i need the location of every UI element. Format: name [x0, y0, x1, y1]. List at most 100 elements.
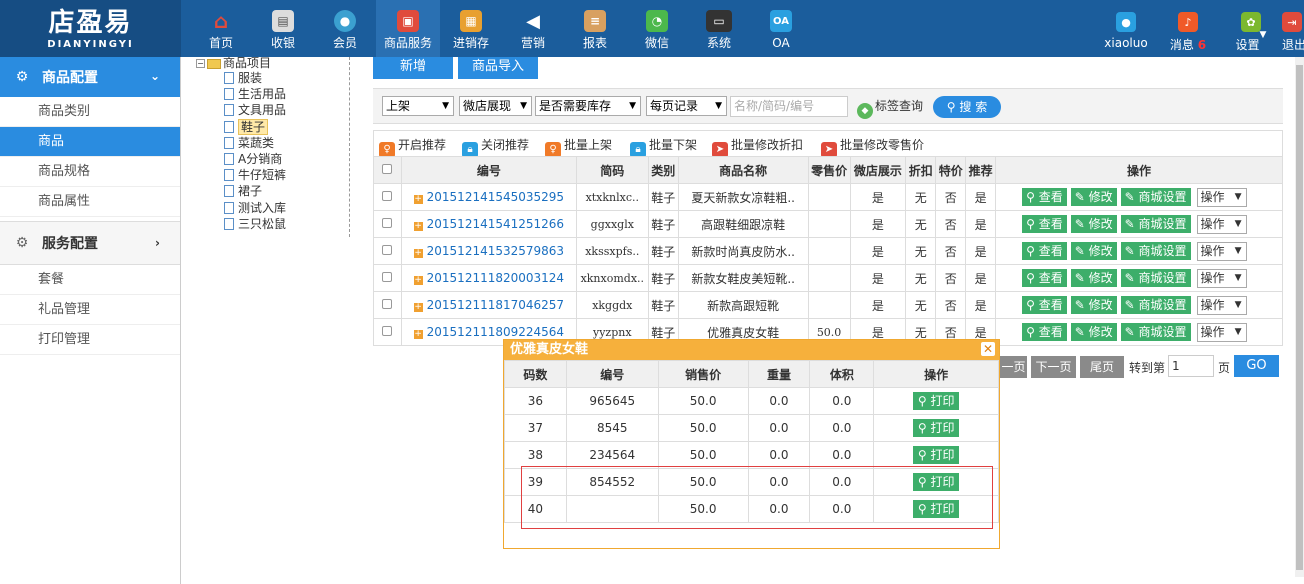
tree-node[interactable]: 测试入库	[224, 200, 286, 216]
view-button[interactable]: ⚲ 查看	[1022, 322, 1067, 341]
goods-code-link[interactable]: 201512111809224564	[427, 325, 564, 339]
micro-display-select[interactable]: 微店展现 ▼	[459, 96, 532, 116]
sidebar-item-print[interactable]: 打印管理	[0, 325, 180, 355]
collapse-icon[interactable]: −	[196, 59, 205, 68]
row-checkbox[interactable]	[382, 191, 393, 201]
close-icon[interactable]: ✕	[981, 342, 995, 356]
settings-button[interactable]: ✿ 设置▼	[1220, 0, 1282, 57]
expand-icon[interactable]: +	[413, 303, 423, 312]
tree-node[interactable]: 生活用品	[224, 86, 286, 102]
nav-inventory[interactable]: ▦ 进销存	[440, 0, 502, 57]
operation-select[interactable]: 操作 ▼	[1196, 322, 1247, 342]
sidebar-item-goods-category[interactable]: 商品类别	[0, 97, 180, 127]
goods-code-link[interactable]: 201512141541251266	[427, 217, 564, 231]
search-button[interactable]: ⚲ 搜 索	[933, 96, 1001, 118]
batch-off-shelf-button[interactable]: 🔒︎ 批量下架	[630, 136, 697, 158]
tree-node-selected[interactable]: 鞋子	[224, 118, 286, 135]
print-button[interactable]: ⚲ 打印	[912, 392, 960, 410]
edit-button[interactable]: ✎ 修改	[1070, 187, 1117, 206]
sidebar-item-goods-spec[interactable]: 商品规格	[0, 157, 180, 187]
row-checkbox[interactable]	[382, 299, 393, 309]
sidebar-item-package[interactable]: 套餐	[0, 265, 180, 295]
goods-code-link[interactable]: 201512141532579863	[427, 244, 564, 258]
enable-recommend-button[interactable]: ♀ 开启推荐	[379, 136, 446, 158]
expand-icon[interactable]: +	[413, 222, 423, 231]
expand-icon[interactable]: +	[413, 195, 423, 204]
view-button[interactable]: ⚲ 查看	[1022, 295, 1067, 314]
edit-button[interactable]: ✎ 修改	[1070, 268, 1117, 287]
row-checkbox[interactable]	[382, 218, 393, 228]
nav-marketing[interactable]: ◀ 营销	[502, 0, 564, 57]
logout-button[interactable]: ⇥ 退出	[1282, 0, 1304, 57]
select-all-checkbox[interactable]	[382, 164, 393, 174]
mall-settings-button[interactable]: ✎ 商城设置	[1120, 241, 1191, 260]
view-button[interactable]: ⚲ 查看	[1022, 241, 1067, 260]
disable-recommend-button[interactable]: 🔒︎ 关闭推荐	[462, 136, 529, 158]
edit-button[interactable]: ✎ 修改	[1070, 295, 1117, 314]
goods-code-link[interactable]: 201512111820003124	[427, 271, 564, 285]
row-checkbox[interactable]	[382, 272, 393, 282]
need-stock-select[interactable]: 是否需要库存 ▼	[535, 96, 641, 116]
nav-wechat[interactable]: ◔ 微信	[626, 0, 688, 57]
shelf-select[interactable]: 上架 ▼	[382, 96, 454, 116]
tree-node[interactable]: 三只松鼠	[224, 216, 286, 232]
sidebar-item-goods[interactable]: 商品	[0, 127, 180, 157]
operation-select[interactable]: 操作 ▼	[1196, 295, 1247, 315]
print-button[interactable]: ⚲ 打印	[912, 446, 960, 464]
nav-cashier[interactable]: ▤ 收银	[252, 0, 314, 57]
nav-oa[interactable]: OA OA	[750, 0, 812, 57]
view-button[interactable]: ⚲ 查看	[1022, 268, 1067, 287]
sidebar-section-service-config[interactable]: ⚙ 服务配置 ›	[0, 221, 180, 265]
import-goods-button[interactable]: 商品导入	[458, 57, 538, 79]
add-button[interactable]: 新增	[373, 57, 453, 79]
sidebar-item-gift[interactable]: 礼品管理	[0, 295, 180, 325]
prev-page-button[interactable]: 一页	[1000, 356, 1027, 378]
edit-button[interactable]: ✎ 修改	[1070, 214, 1117, 233]
last-page-button[interactable]: 尾页	[1080, 356, 1124, 378]
tree-node[interactable]: A分销商	[224, 151, 286, 167]
expand-icon[interactable]: +	[413, 276, 423, 285]
batch-edit-discount-button[interactable]: ➤ 批量修改折扣	[712, 136, 803, 158]
view-button[interactable]: ⚲ 查看	[1022, 187, 1067, 206]
goods-code-link[interactable]: 201512141545035295	[427, 190, 564, 204]
tree-node[interactable]: 裙子	[224, 183, 286, 199]
nav-member[interactable]: ● 会员	[314, 0, 376, 57]
expand-icon[interactable]: +	[413, 249, 423, 258]
tag-query-button[interactable]: ◆ 标签查询	[857, 97, 923, 119]
operation-select[interactable]: 操作 ▼	[1196, 187, 1247, 207]
view-button[interactable]: ⚲ 查看	[1022, 214, 1067, 233]
sidebar-item-goods-attr[interactable]: 商品属性	[0, 187, 180, 217]
goods-code-link[interactable]: 201512111817046257	[427, 298, 564, 312]
tree-node[interactable]: 文具用品	[224, 102, 286, 118]
mall-settings-button[interactable]: ✎ 商城设置	[1120, 295, 1191, 314]
page-number-input[interactable]: 1	[1168, 355, 1214, 377]
print-button[interactable]: ⚲ 打印	[912, 419, 960, 437]
operation-select[interactable]: 操作 ▼	[1196, 241, 1247, 261]
tree-node[interactable]: 牛仔短裤	[224, 167, 286, 183]
user-account[interactable]: ● xiaoluo	[1096, 0, 1156, 57]
edit-button[interactable]: ✎ 修改	[1070, 322, 1117, 341]
operation-select[interactable]: 操作 ▼	[1196, 268, 1247, 288]
next-page-button[interactable]: 下一页	[1031, 356, 1076, 378]
nav-goods-service[interactable]: ▣ 商品服务	[376, 0, 440, 57]
mall-settings-button[interactable]: ✎ 商城设置	[1120, 214, 1191, 233]
nav-home[interactable]: ⌂ 首页	[190, 0, 252, 57]
search-input[interactable]: 名称/简码/编号	[730, 96, 848, 117]
row-checkbox[interactable]	[382, 326, 393, 336]
row-checkbox[interactable]	[382, 245, 393, 255]
go-button[interactable]: GO	[1234, 355, 1279, 377]
scrollbar-thumb[interactable]	[1296, 65, 1303, 570]
tree-node[interactable]: 服装	[224, 70, 286, 86]
messages-button[interactable]: ♪ 消息 6	[1156, 0, 1220, 57]
tree-root[interactable]: − 商品项目	[196, 54, 271, 71]
sidebar-section-goods-config[interactable]: ⚙ 商品配置 ⌄	[0, 57, 180, 97]
expand-icon[interactable]: +	[413, 330, 423, 339]
mall-settings-button[interactable]: ✎ 商城设置	[1120, 268, 1191, 287]
mall-settings-button[interactable]: ✎ 商城设置	[1120, 322, 1191, 341]
mall-settings-button[interactable]: ✎ 商城设置	[1120, 187, 1191, 206]
batch-on-shelf-button[interactable]: ♀ 批量上架	[545, 136, 612, 158]
edit-button[interactable]: ✎ 修改	[1070, 241, 1117, 260]
batch-edit-price-button[interactable]: ➤ 批量修改零售价	[821, 136, 924, 158]
per-page-select[interactable]: 每页记录 ▼	[646, 96, 727, 116]
tree-node[interactable]: 菜蔬类	[224, 135, 286, 151]
